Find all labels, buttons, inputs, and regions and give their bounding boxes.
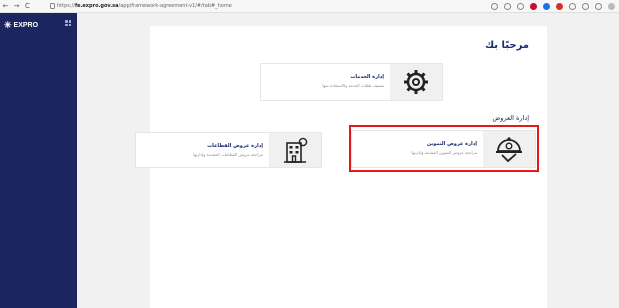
building-icon bbox=[284, 137, 308, 163]
star-icon: ✳ bbox=[4, 20, 12, 30]
sectors-subtitle: مراجعة عروض القطاعات المقدمة وإدارتها bbox=[193, 152, 263, 157]
page-title: مرحبًا بك bbox=[484, 40, 529, 51]
forward-icon[interactable]: → bbox=[11, 0, 22, 13]
collections-icon[interactable] bbox=[595, 3, 602, 10]
profile-icon[interactable] bbox=[608, 3, 615, 10]
favorites-icon[interactable] bbox=[582, 3, 589, 10]
lock-icon bbox=[50, 3, 55, 9]
sector-offers-tile[interactable]: إدارة عروض القطاعات مراجعة عروض القطاعات… bbox=[135, 132, 322, 168]
extensions-bar bbox=[491, 2, 615, 11]
logo-text: EXPRO bbox=[13, 22, 39, 29]
url-domain: fe.expro.gov.sa bbox=[74, 3, 119, 9]
ublock-icon[interactable] bbox=[530, 3, 537, 10]
url-prefix: https:// bbox=[57, 3, 75, 9]
reload-icon[interactable]: C bbox=[22, 0, 33, 13]
address-bar[interactable]: https://fe.expro.gov.sa/app/framework-ag… bbox=[57, 2, 467, 11]
expro-logo[interactable]: ✳ EXPRO bbox=[4, 21, 38, 30]
sidebar: ✳ EXPRO bbox=[0, 13, 77, 308]
extension-red-icon[interactable] bbox=[556, 3, 563, 10]
services-icon-box bbox=[390, 64, 442, 100]
back-icon[interactable]: ← bbox=[0, 0, 11, 13]
services-title: إدارة الخدمات bbox=[350, 74, 384, 80]
services-tile[interactable]: إدارة الخدمات تصنيف طلبات الخدمة والاستف… bbox=[260, 63, 443, 101]
url-path: /app/framework-agreement-v1/#/tab#_home bbox=[118, 3, 232, 9]
sectors-title: إدارة عروض القطاعات bbox=[207, 143, 263, 149]
translate-icon[interactable] bbox=[517, 3, 524, 10]
zoom-icon[interactable] bbox=[491, 3, 498, 10]
sectors-icon-box bbox=[269, 133, 321, 167]
browser-toolbar: ← → C https://fe.expro.gov.sa/app/framew… bbox=[0, 0, 619, 13]
search-icon[interactable] bbox=[504, 3, 511, 10]
settings-icon[interactable] bbox=[569, 3, 576, 10]
services-subtitle: تصنيف طلبات الخدمة والاستفادة منها bbox=[322, 83, 384, 88]
gears-icon bbox=[404, 70, 428, 94]
apps-grid-icon[interactable] bbox=[65, 20, 71, 26]
section-title: إدارة العروض bbox=[492, 114, 529, 122]
highlight-box bbox=[349, 125, 539, 172]
extension-blue-icon[interactable] bbox=[543, 3, 550, 10]
